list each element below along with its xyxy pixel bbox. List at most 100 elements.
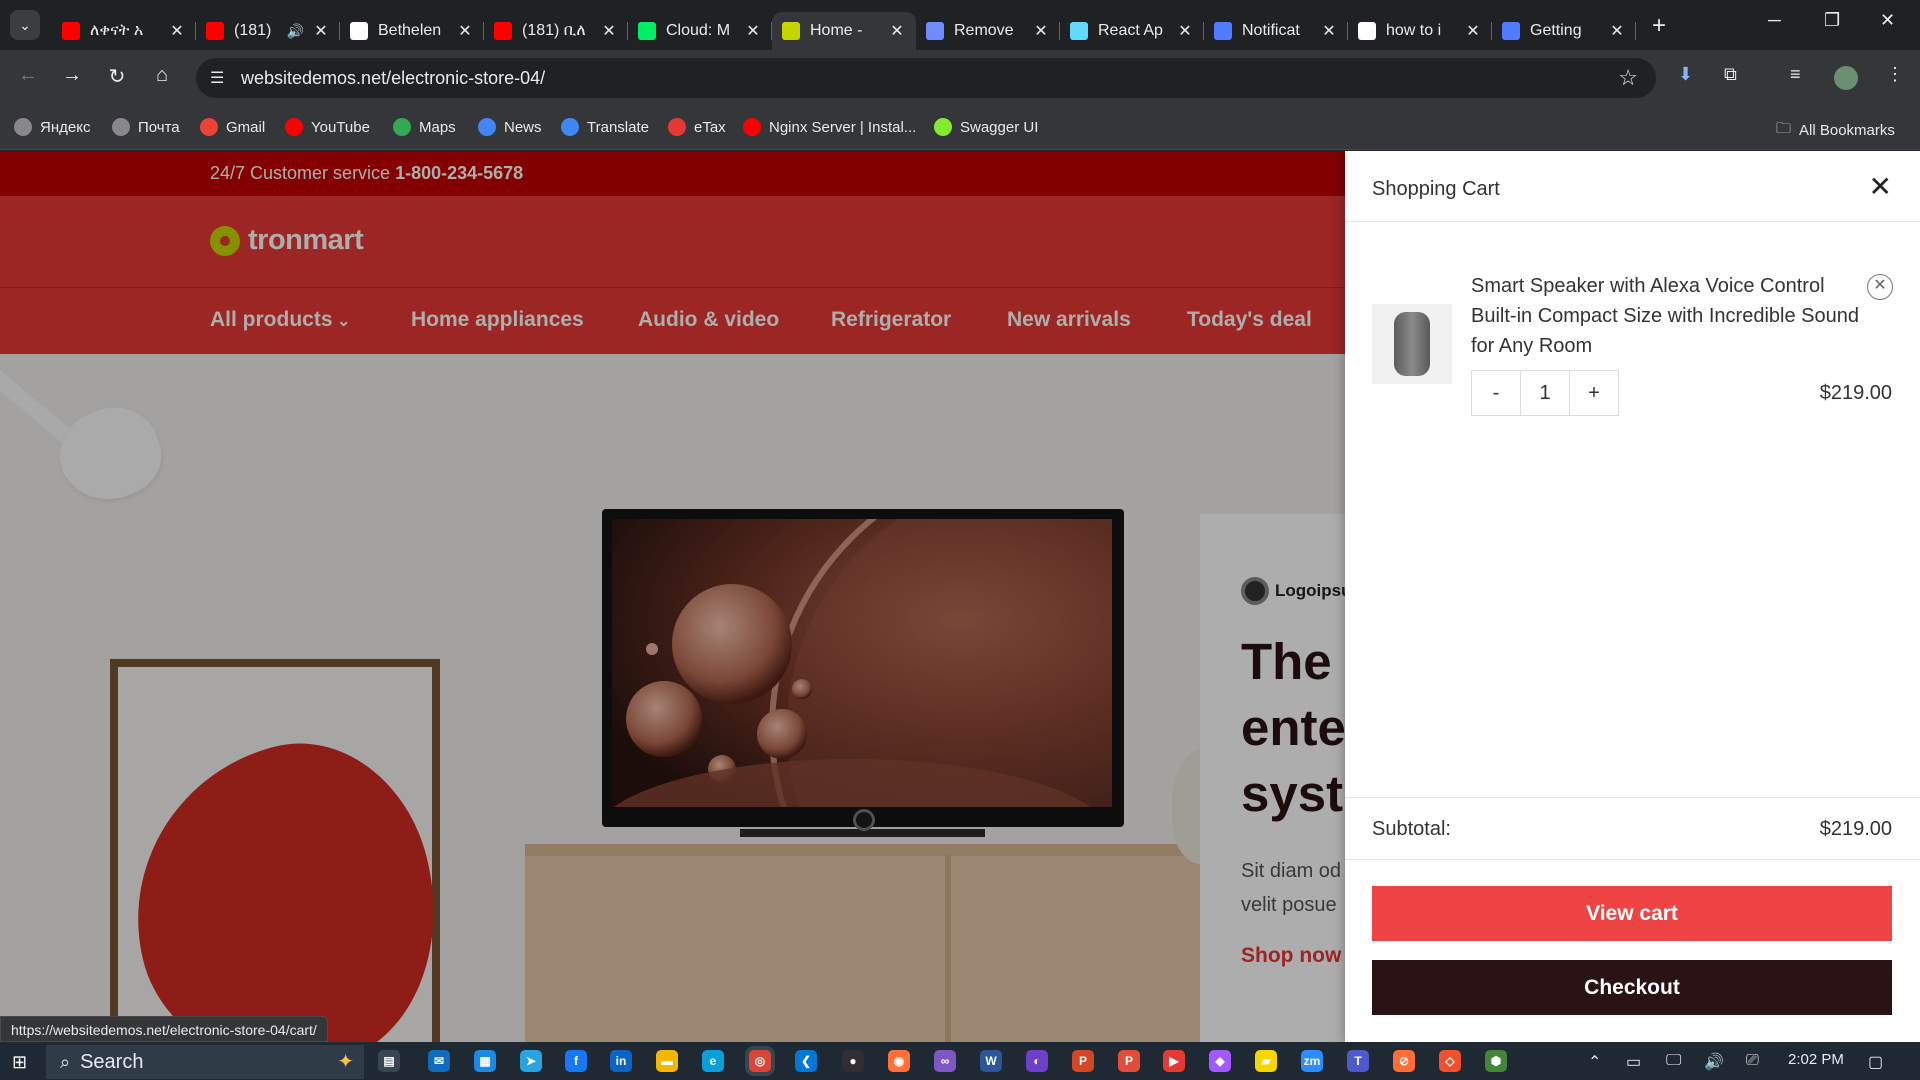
browser-tab[interactable]: how to i ✕	[1348, 12, 1492, 50]
bookmark-label: Gmail	[226, 118, 266, 136]
obs-icon[interactable]: ●	[842, 1050, 864, 1072]
chrome-icon[interactable]: ◎	[749, 1050, 771, 1072]
battery-icon[interactable]: ▭	[1626, 1052, 1641, 1072]
close-tab-icon[interactable]: ✕	[1608, 21, 1626, 41]
close-tab-icon[interactable]: ✕	[312, 21, 330, 41]
diamond-logo-icon	[1502, 22, 1520, 40]
sticky-notes-icon[interactable]: ▰	[1255, 1050, 1277, 1072]
bookmark-item[interactable]: eTax	[668, 118, 726, 136]
browser-tab[interactable]: Bethelen ✕	[340, 12, 484, 50]
bookmark-item[interactable]: Почта	[112, 118, 180, 136]
edge-icon[interactable]: e	[702, 1050, 724, 1072]
telegram-icon[interactable]: ➤	[520, 1050, 542, 1072]
quantity-input[interactable]: 1	[1520, 371, 1570, 415]
media-control-icon[interactable]: ≡	[1790, 64, 1801, 85]
taskbar-search[interactable]: ⌕ Search ✦	[46, 1045, 364, 1079]
node-icon[interactable]: ⬢	[1485, 1050, 1507, 1072]
vscode-icon[interactable]: ❮	[795, 1050, 817, 1072]
reload-button[interactable]: ↻	[103, 64, 131, 89]
git-icon[interactable]: ◇	[1439, 1050, 1461, 1072]
profile-avatar[interactable]	[1834, 66, 1858, 90]
tab-search-button[interactable]: ⌄	[10, 10, 40, 40]
all-bookmarks-button[interactable]: 🗀 All Bookmarks	[1776, 118, 1895, 143]
browser-tab[interactable]: Home - ✕	[772, 12, 916, 50]
teams-icon[interactable]: T	[1347, 1050, 1369, 1072]
forward-button[interactable]: →	[58, 64, 86, 87]
github-desktop-icon[interactable]: ◐	[1026, 1050, 1048, 1072]
drawer-backdrop-overlay[interactable]	[0, 151, 1345, 1042]
close-tab-icon[interactable]: ✕	[456, 21, 474, 41]
triangle-logo-icon	[926, 22, 944, 40]
view-cart-button[interactable]: View cart	[1372, 886, 1892, 941]
linkedin-icon[interactable]: in	[610, 1050, 632, 1072]
restore-icon[interactable]: ❐	[1824, 10, 1840, 31]
download-icon[interactable]: ⬇	[1678, 64, 1693, 85]
browser-tab[interactable]: ለቀናት አ ✕	[52, 12, 196, 50]
checkout-button[interactable]: Checkout	[1372, 960, 1892, 1015]
store-icon[interactable]: ▦	[474, 1050, 496, 1072]
site-info-icon[interactable]: ☰	[210, 68, 224, 88]
address-bar[interactable]: ☰ websitedemos.net/electronic-store-04/ …	[196, 58, 1656, 98]
tab-audio-icon[interactable]: 🔊	[287, 23, 304, 40]
extensions-icon[interactable]: ⧉	[1724, 64, 1737, 85]
powerpoint-icon[interactable]: P	[1072, 1050, 1094, 1072]
close-window-icon[interactable]: ✕	[1880, 10, 1895, 31]
browser-tab[interactable]: (181) 🔊 ✕	[196, 12, 340, 50]
close-tab-icon[interactable]: ✕	[1176, 21, 1194, 41]
bookmark-item[interactable]: Translate	[561, 118, 649, 136]
visual-studio-icon[interactable]: ∞	[934, 1050, 956, 1072]
mail-icon[interactable]: ✉	[428, 1050, 450, 1072]
close-tab-icon[interactable]: ✕	[888, 21, 906, 41]
close-tab-icon[interactable]: ✕	[1032, 21, 1050, 41]
taskbar-clock[interactable]: 2:02 PM	[1788, 1051, 1844, 1068]
bookmark-item[interactable]: Яндекс	[14, 118, 90, 136]
network-icon[interactable]: 🖵	[1666, 1052, 1681, 1070]
windows-start-icon[interactable]: ⊞	[12, 1052, 27, 1073]
remove-item-icon[interactable]: ✕	[1867, 274, 1893, 300]
close-tab-icon[interactable]: ✕	[600, 21, 618, 41]
bookmark-item[interactable]: Maps	[393, 118, 456, 136]
url-text[interactable]: websitedemos.net/electronic-store-04/	[241, 68, 545, 89]
postman-icon[interactable]: ⊘	[1393, 1050, 1415, 1072]
close-tab-icon[interactable]: ✕	[1320, 21, 1338, 41]
youtube-icon	[206, 22, 224, 40]
browser-tab[interactable]: Notificat ✕	[1204, 12, 1348, 50]
close-tab-icon[interactable]: ✕	[744, 21, 762, 41]
facebook-icon[interactable]: f	[565, 1050, 587, 1072]
cart-item-name[interactable]: Smart Speaker with Alexa Voice Control B…	[1471, 271, 1866, 361]
bookmark-item[interactable]: Swagger UI	[934, 118, 1038, 136]
cart-item-image[interactable]	[1372, 304, 1452, 384]
new-tab-button[interactable]: +	[1652, 12, 1666, 40]
menu-kebab-icon[interactable]: ⋮	[1886, 64, 1904, 85]
close-icon[interactable]: ✕	[1869, 173, 1892, 201]
browser-tab[interactable]: (181) ቢለ ✕	[484, 12, 628, 50]
task-view-icon[interactable]: ▤	[378, 1050, 400, 1072]
firefox-icon[interactable]: ◉	[888, 1050, 910, 1072]
figma-icon[interactable]: ◆	[1209, 1050, 1231, 1072]
minimize-icon[interactable]: ─	[1768, 10, 1781, 31]
bookmark-star-icon[interactable]: ☆	[1618, 65, 1638, 91]
notifications-icon[interactable]: ▢	[1868, 1052, 1883, 1072]
quantity-minus-button[interactable]: -	[1472, 371, 1520, 415]
tray-chevron-icon[interactable]: ⌃	[1588, 1052, 1601, 1072]
volume-icon[interactable]: 🔊	[1704, 1052, 1724, 1072]
close-tab-icon[interactable]: ✕	[168, 21, 186, 41]
word-icon[interactable]: W	[980, 1050, 1002, 1072]
browser-tab[interactable]: Remove ✕	[916, 12, 1060, 50]
browser-tab[interactable]: Getting ✕	[1492, 12, 1636, 50]
zoom-icon[interactable]: zm	[1301, 1050, 1323, 1072]
back-button[interactable]: ←	[14, 64, 42, 87]
bookmark-item[interactable]: YouTube	[285, 118, 370, 136]
bookmark-item[interactable]: Nginx Server | Instal...	[743, 118, 916, 136]
publisher-icon[interactable]: P	[1118, 1050, 1140, 1072]
camera-icon[interactable]: ⎚	[1746, 1052, 1759, 1070]
recorder-icon[interactable]: ▶	[1163, 1050, 1185, 1072]
browser-tab[interactable]: Cloud: M ✕	[628, 12, 772, 50]
file-explorer-icon[interactable]: ▬	[656, 1050, 678, 1072]
browser-tab[interactable]: React Ap ✕	[1060, 12, 1204, 50]
bookmark-item[interactable]: News	[478, 118, 542, 136]
home-button[interactable]: ⌂	[148, 64, 176, 87]
quantity-plus-button[interactable]: +	[1570, 371, 1618, 415]
close-tab-icon[interactable]: ✕	[1464, 21, 1482, 41]
bookmark-item[interactable]: Gmail	[200, 118, 265, 136]
